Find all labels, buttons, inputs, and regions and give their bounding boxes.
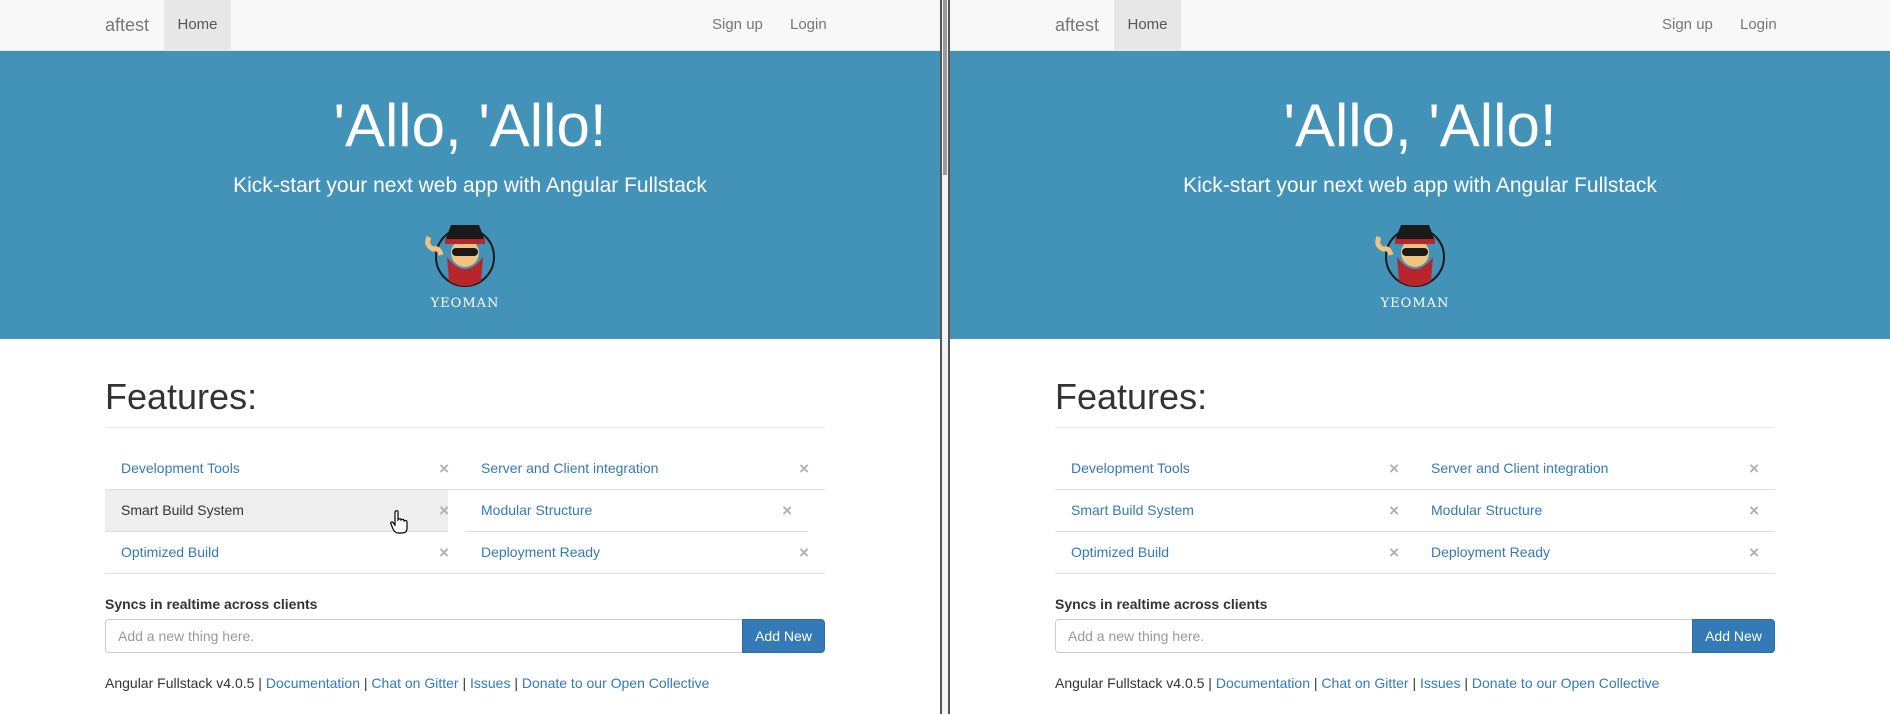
left-client-pane: aftest Home Sign up Login 'Allo, 'Allo! … [0,0,940,714]
list-item[interactable]: Server and Client integration × [465,448,825,490]
list-item[interactable]: Deployment Ready × [1415,532,1775,574]
hand-pointer-cursor-icon [390,510,408,534]
new-thing-input[interactable] [1055,619,1693,653]
footer-separator: | [1310,675,1322,691]
features-title: Features: [1055,376,1208,417]
feature-link[interactable]: Server and Client integration [1431,448,1608,489]
nav-signup-link[interactable]: Sign up [1662,0,1713,50]
divider-grip[interactable] [943,0,947,175]
logo-wordmark: YEOMAN [1380,296,1450,311]
list-item[interactable]: Optimized Build × [105,532,465,574]
nav-login-link[interactable]: Login [790,0,827,50]
footer: Angular Fullstack v4.0.5 | Documentation… [1055,675,1659,691]
close-icon[interactable]: × [1749,490,1759,531]
nav-login-link[interactable]: Login [1740,0,1777,50]
sync-label: Syncs in realtime across clients [105,596,318,612]
feature-link[interactable]: Smart Build System [1071,490,1194,531]
add-new-button[interactable]: Add New [1692,619,1775,653]
footer: Angular Fullstack v4.0.5 | Documentation… [105,675,709,691]
hero-banner: 'Allo, 'Allo! Kick-start your next web a… [950,51,1890,339]
pane-divider[interactable] [940,0,950,714]
footer-version: Angular Fullstack v4.0.5 [1055,675,1205,691]
footer-version: Angular Fullstack v4.0.5 [105,675,255,691]
nav-home-link[interactable]: Home [164,0,231,50]
close-icon[interactable]: × [1749,532,1759,573]
footer-separator: | [360,675,372,691]
footer-link-documentation[interactable]: Documentation [1216,675,1310,691]
list-item[interactable]: Optimized Build × [1055,532,1415,574]
footer-link-donate[interactable]: Donate to our Open Collective [1472,675,1660,691]
navbar: aftest Home Sign up Login [950,0,1890,51]
close-icon[interactable]: × [1389,448,1399,489]
close-icon[interactable]: × [799,448,809,489]
footer-link-gitter[interactable]: Chat on Gitter [1321,675,1408,691]
list-item[interactable]: Server and Client integration × [1415,448,1775,490]
sync-label: Syncs in realtime across clients [1055,596,1268,612]
footer-link-gitter[interactable]: Chat on Gitter [371,675,458,691]
list-item[interactable]: Smart Build System × [1055,490,1415,532]
feature-link[interactable]: Optimized Build [121,532,219,573]
footer-separator: | [1408,675,1420,691]
feature-link[interactable]: Server and Client integration [481,448,658,489]
hero-title: 'Allo, 'Allo! [1283,92,1557,159]
list-item[interactable]: Development Tools × [1055,448,1415,490]
features-list: Development Tools × Server and Client in… [105,448,825,574]
feature-link[interactable]: Smart Build System [121,490,244,531]
features-list: Development Tools × Server and Client in… [1055,448,1775,574]
footer-link-donate[interactable]: Donate to our Open Collective [522,675,710,691]
list-item[interactable]: Development Tools × [105,448,465,490]
footer-separator: | [1460,675,1472,691]
close-icon[interactable]: × [439,448,449,489]
feature-link[interactable]: Development Tools [1071,448,1190,489]
footer-separator: | [510,675,522,691]
list-item[interactable]: Deployment Ready × [465,532,825,574]
close-icon[interactable]: × [439,532,449,573]
navbar: aftest Home Sign up Login [0,0,940,51]
nav-signup-link[interactable]: Sign up [712,0,763,50]
feature-link[interactable]: Development Tools [121,448,240,489]
nav-home-link[interactable]: Home [1114,0,1181,50]
close-icon[interactable]: × [1749,448,1759,489]
close-icon[interactable]: × [439,490,449,531]
list-item[interactable]: Modular Structure × [465,490,808,532]
close-icon[interactable]: × [1389,490,1399,531]
hero-banner: 'Allo, 'Allo! Kick-start your next web a… [0,51,940,339]
feature-link[interactable]: Deployment Ready [481,532,600,573]
footer-separator: | [254,675,266,691]
divider-line [1055,427,1775,428]
feature-link[interactable]: Modular Structure [481,490,592,531]
feature-link[interactable]: Optimized Build [1071,532,1169,573]
footer-link-documentation[interactable]: Documentation [266,675,360,691]
yeoman-logo-icon: YEOMAN [425,225,500,311]
right-client-pane: aftest Home Sign up Login 'Allo, 'Allo! … [950,0,1890,714]
close-icon[interactable]: × [782,490,792,531]
close-icon[interactable]: × [1389,532,1399,573]
footer-separator: | [1204,675,1216,691]
yeoman-logo-icon: YEOMAN [1375,225,1450,311]
navbar-brand[interactable]: aftest [105,0,149,50]
footer-link-issues[interactable]: Issues [470,675,510,691]
footer-separator: | [458,675,470,691]
feature-link[interactable]: Deployment Ready [1431,532,1550,573]
hero-lead: Kick-start your next web app with Angula… [233,174,707,197]
add-new-button[interactable]: Add New [742,619,825,653]
new-thing-input[interactable] [105,619,743,653]
close-icon[interactable]: × [799,532,809,573]
divider-line [105,427,825,428]
list-item[interactable]: Modular Structure × [1415,490,1775,532]
feature-link[interactable]: Modular Structure [1431,490,1542,531]
hero-title: 'Allo, 'Allo! [333,92,607,159]
footer-link-issues[interactable]: Issues [1420,675,1460,691]
navbar-brand[interactable]: aftest [1055,0,1099,50]
logo-wordmark: YEOMAN [430,296,500,311]
hero-lead: Kick-start your next web app with Angula… [1183,174,1657,197]
features-title: Features: [105,376,258,417]
